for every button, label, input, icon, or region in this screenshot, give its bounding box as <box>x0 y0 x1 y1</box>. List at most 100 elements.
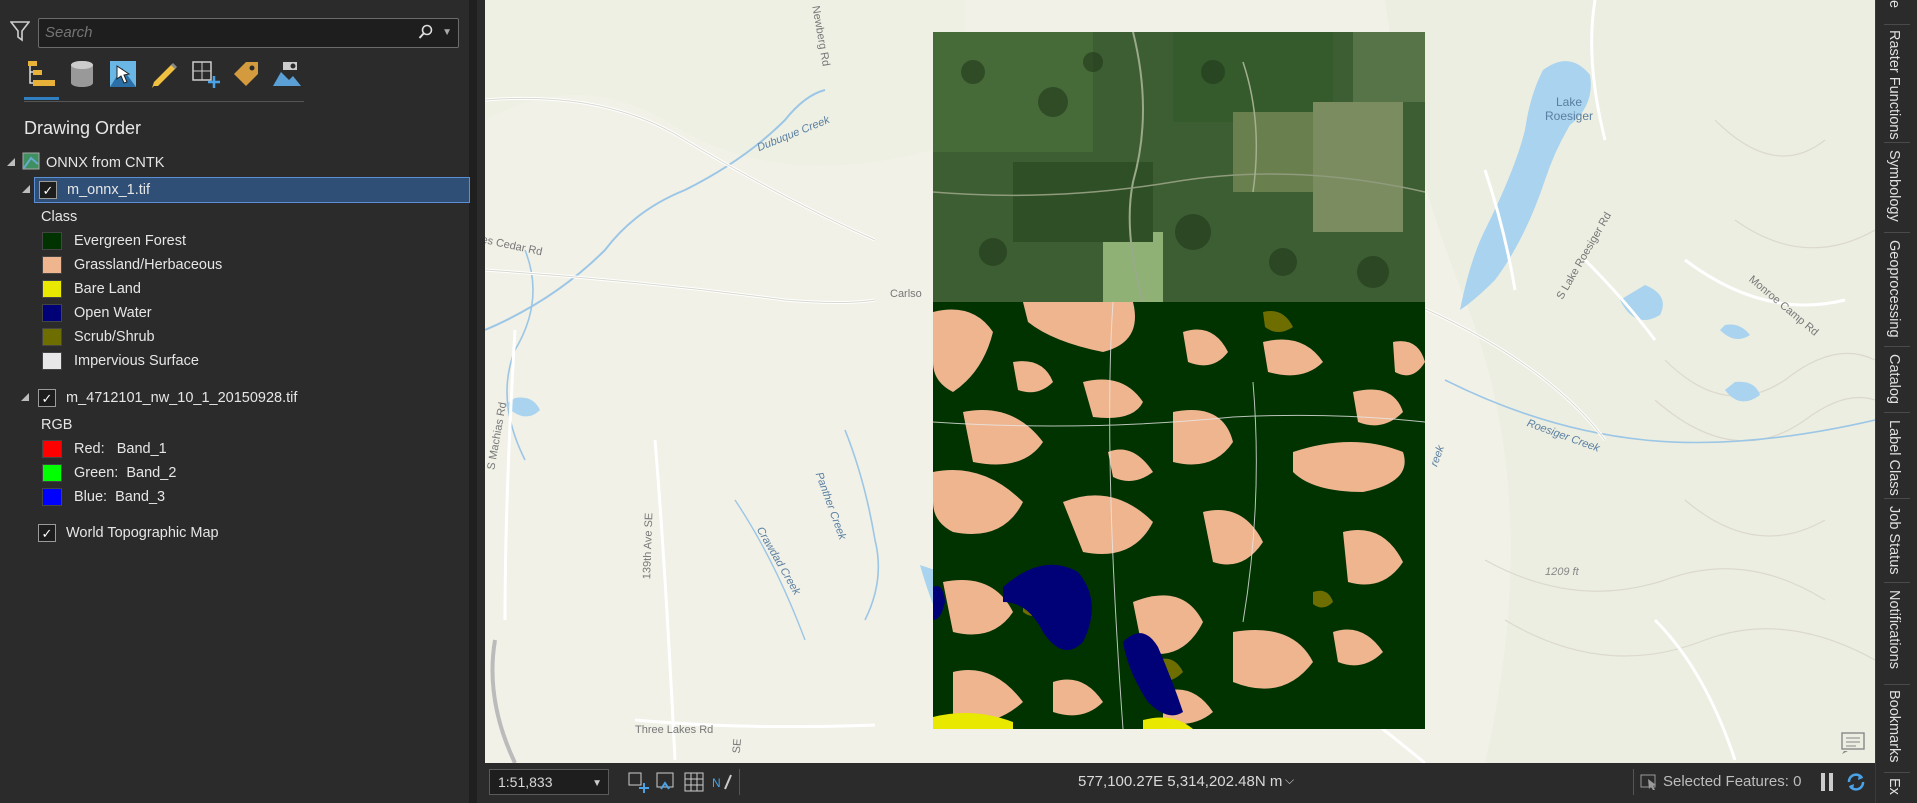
rail-separator <box>1884 772 1910 773</box>
map-label: 1209 ft <box>1545 566 1579 578</box>
rail-separator <box>1884 684 1910 685</box>
rail-separator <box>1884 232 1910 233</box>
toolbar-divider <box>24 101 304 102</box>
layer-visibility-checkbox[interactable]: ✓ <box>39 181 57 199</box>
legend-band-item: Red: Band_1 <box>42 436 167 462</box>
layer-row-naip[interactable]: ✓ m_4712101_nw_10_1_20150928.tif <box>20 385 297 411</box>
layer-name: m_4712101_nw_10_1_20150928.tif <box>66 390 298 406</box>
layer-visibility-checkbox[interactable]: ✓ <box>38 389 56 407</box>
dock-tab-catalog[interactable]: Catalog <box>1886 354 1902 404</box>
legend-class-item: Open Water <box>42 300 152 326</box>
class-swatch <box>42 280 62 298</box>
map-label: Lake Roesiger <box>1545 95 1594 123</box>
legend-class-item: Impervious Surface <box>42 348 199 374</box>
dock-tab-raster-functions[interactable]: Raster Functions <box>1886 30 1902 140</box>
list-by-labeling-icon[interactable] <box>228 56 263 92</box>
rail-separator <box>1884 346 1910 347</box>
selected-features-count: Selected Features: 0 <box>1663 773 1802 790</box>
search-options-chevron-icon[interactable]: ▼ <box>442 27 452 38</box>
rail-separator <box>1884 582 1910 583</box>
grid-icon[interactable] <box>683 771 705 793</box>
filter-icon[interactable] <box>9 20 32 44</box>
dock-tab-partial[interactable]: te <box>1886 0 1902 8</box>
dock-tab-label-class[interactable]: Label Class <box>1886 420 1902 496</box>
list-by-snapping-icon[interactable] <box>187 56 222 92</box>
layer-name: m_onnx_1.tif <box>67 182 151 198</box>
list-by-editing-icon[interactable] <box>147 56 182 92</box>
map-node[interactable]: ONNX from CNTK <box>6 150 164 176</box>
search-input[interactable] <box>39 19 431 45</box>
list-by-perspective-imagery-icon[interactable] <box>269 56 304 92</box>
list-by-drawing-order-icon[interactable] <box>24 56 59 100</box>
onnx-classified-layer <box>933 302 1425 729</box>
class-label: Bare Land <box>74 281 141 297</box>
coordinate-format-chevron-icon[interactable]: ⌵ <box>1285 773 1294 788</box>
renderer-label: RGB <box>41 417 73 433</box>
rail-separator <box>1884 498 1910 499</box>
legend-class-item: Evergreen Forest <box>42 228 186 254</box>
map-label: 139th Ave SE <box>641 512 656 580</box>
class-swatch <box>42 304 62 322</box>
renderer-label: Class <box>41 209 78 225</box>
band-swatch <box>42 440 62 458</box>
layer-row-basemap[interactable]: ✓ World Topographic Map <box>38 520 219 546</box>
dock-tab-partial[interactable]: Ex <box>1886 778 1902 795</box>
class-label: Open Water <box>74 305 152 321</box>
status-divider <box>739 769 740 795</box>
band-swatch <box>42 488 62 506</box>
band-label: Blue: Band_3 <box>74 489 166 505</box>
class-label: Impervious Surface <box>74 353 199 369</box>
class-label: Evergreen Forest <box>74 233 187 249</box>
search-box: ▼ <box>38 18 459 48</box>
map-status-bar: 1:51,833 ▼ N 577,100.27E 5,314,202.48N m… <box>485 763 1875 803</box>
map-label: Carlso <box>890 288 922 300</box>
map-name: ONNX from CNTK <box>46 155 165 171</box>
dock-tab-bookmarks[interactable]: Bookmarks <box>1886 690 1902 763</box>
list-by-selection-icon[interactable] <box>106 56 141 92</box>
north-arrow-icon[interactable]: N <box>711 771 733 793</box>
search-row: ▼ <box>8 18 459 48</box>
map-scale-value: 1:51,833 <box>498 774 553 790</box>
legend-class-item: Grassland/Herbaceous <box>42 252 222 278</box>
rail-separator <box>1884 412 1910 413</box>
svg-text:N: N <box>712 776 721 790</box>
chevron-down-icon: ▼ <box>592 778 602 789</box>
band-label: Green: Band_2 <box>74 465 177 481</box>
expand-triangle-icon[interactable] <box>21 182 31 198</box>
layer-visibility-checkbox[interactable]: ✓ <box>38 524 56 542</box>
dock-tab-job-status[interactable]: Job Status <box>1886 506 1902 575</box>
class-swatch <box>42 328 62 346</box>
class-swatch <box>42 352 62 370</box>
band-swatch <box>42 464 62 482</box>
fixed-zoom-icon[interactable] <box>627 771 649 793</box>
map-label: Three Lakes Rd <box>635 724 714 736</box>
legend-band-item: Green: Band_2 <box>42 460 176 486</box>
expand-triangle-icon[interactable] <box>6 155 16 171</box>
map-view[interactable]: Dubuque Creek Newberg Rd Lake Roesiger C… <box>485 0 1875 763</box>
rail-separator <box>1884 24 1910 25</box>
pause-drawing-icon[interactable] <box>1820 771 1836 796</box>
contents-view-toolbar <box>24 56 304 102</box>
class-swatch <box>42 256 62 274</box>
layer-row-onnx[interactable]: ✓ m_onnx_1.tif <box>22 177 470 203</box>
map-scale-dropdown[interactable]: 1:51,833 ▼ <box>489 769 609 795</box>
dock-tabs-rail: te Raster Functions Symbology Geoprocess… <box>1875 0 1917 803</box>
coordinate-readout: 577,100.27E 5,314,202.48N m <box>1078 773 1283 790</box>
list-by-data-source-icon[interactable] <box>65 56 100 92</box>
snapping-icon[interactable] <box>655 771 677 793</box>
band-label: Red: Band_1 <box>74 441 167 457</box>
dock-tab-notifications[interactable]: Notifications <box>1886 590 1902 669</box>
expand-triangle-icon[interactable] <box>20 390 30 406</box>
map-tips-icon[interactable] <box>1840 731 1866 760</box>
class-label: Scrub/Shrub <box>74 329 155 345</box>
dock-tab-symbology[interactable]: Symbology <box>1886 150 1902 222</box>
status-divider <box>1633 769 1634 795</box>
class-swatch <box>42 232 62 250</box>
refresh-icon[interactable] <box>1845 771 1867 796</box>
dock-tab-geoprocessing[interactable]: Geoprocessing <box>1886 240 1902 338</box>
layer-name: World Topographic Map <box>66 525 219 541</box>
class-label: Grassland/Herbaceous <box>74 257 223 273</box>
map-icon <box>22 152 40 174</box>
legend-band-item: Blue: Band_3 <box>42 484 165 510</box>
search-icon[interactable] <box>418 24 434 45</box>
